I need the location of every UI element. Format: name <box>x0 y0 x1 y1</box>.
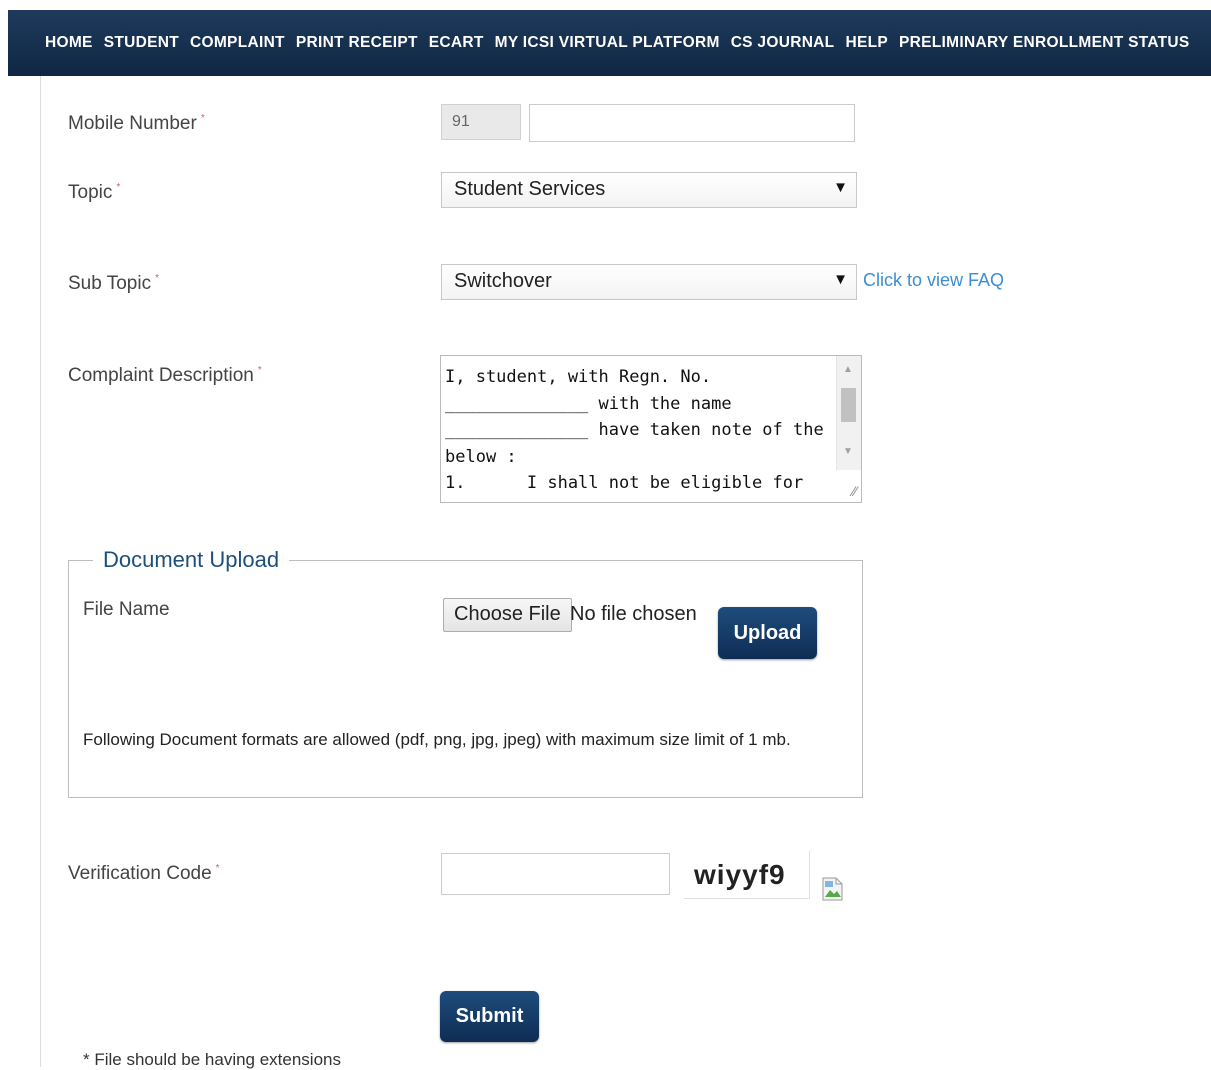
nav-student[interactable]: STUDENT <box>104 34 179 52</box>
mobile-number-label-text: Mobile Number <box>68 113 197 134</box>
required-mark: * <box>116 182 121 193</box>
sub-topic-select[interactable]: Switchover ▼ <box>441 264 857 300</box>
sub-topic-label-text: Sub Topic <box>68 273 152 294</box>
topic-label: Topic * <box>68 182 120 204</box>
nav-virtual-platform[interactable]: MY ICSI VIRTUAL PLATFORM <box>495 34 720 52</box>
no-file-chosen-text: No file chosen <box>570 603 697 625</box>
sub-topic-selected-value: Switchover <box>454 270 552 292</box>
nav-ecart[interactable]: ECART <box>429 34 484 52</box>
nav-home[interactable]: HOME <box>45 34 93 52</box>
upload-button[interactable]: Upload <box>718 607 817 659</box>
resize-handle-icon[interactable]: ⁄⁄ <box>852 483 857 499</box>
required-mark: * <box>257 365 262 376</box>
required-mark: * <box>200 113 205 124</box>
file-name-label: File Name <box>83 599 170 620</box>
mobile-number-label: Mobile Number * <box>68 113 205 135</box>
topic-label-text: Topic <box>68 182 113 203</box>
complaint-description-label-text: Complaint Description <box>68 365 254 386</box>
required-mark: * <box>155 273 160 284</box>
allowed-formats-note: Following Document formats are allowed (… <box>83 730 791 749</box>
complaint-description-textarea[interactable]: I, student, with Regn. No. _____________… <box>440 355 862 503</box>
file-extensions-footnote: * File should be having extensions <box>83 1050 341 1069</box>
topic-selected-value: Student Services <box>454 178 606 200</box>
scroll-down-icon[interactable]: ▼ <box>843 446 853 457</box>
caret-down-icon: ▼ <box>833 179 848 196</box>
verification-code-label-text: Verification Code <box>68 863 212 884</box>
broken-image-icon[interactable] <box>822 877 844 901</box>
required-mark: * <box>215 863 220 874</box>
topic-select[interactable]: Student Services ▼ <box>441 172 857 208</box>
scrollbar-thumb[interactable] <box>841 388 856 422</box>
submit-button[interactable]: Submit <box>440 991 539 1042</box>
nav-enrollment-status[interactable]: PRELIMINARY ENROLLMENT STATUS <box>899 34 1190 52</box>
top-navigation-bar: HOME STUDENT COMPLAINT PRINT RECEIPT ECA… <box>8 10 1211 76</box>
sub-topic-label: Sub Topic * <box>68 273 159 295</box>
country-code-field: 91 <box>441 104 521 140</box>
verification-code-label: Verification Code * <box>68 863 220 885</box>
nav-menu: HOME STUDENT COMPLAINT PRINT RECEIPT ECA… <box>45 34 1201 52</box>
nav-cs-journal[interactable]: CS JOURNAL <box>731 34 835 52</box>
mobile-number-input[interactable] <box>529 104 855 142</box>
view-faq-link[interactable]: Click to view FAQ <box>863 270 1004 291</box>
nav-complaint[interactable]: COMPLAINT <box>190 34 285 52</box>
textarea-scrollbar[interactable]: ▲ ▼ <box>836 356 861 470</box>
captcha-image: wiyyf9 <box>684 851 810 899</box>
verification-code-input[interactable] <box>441 853 670 895</box>
complaint-description-text[interactable]: I, student, with Regn. No. _____________… <box>441 356 833 496</box>
document-upload-section: Document Upload <box>68 547 863 798</box>
complaint-description-label: Complaint Description * <box>68 365 262 387</box>
scroll-up-icon[interactable]: ▲ <box>843 364 853 375</box>
nav-print-receipt[interactable]: PRINT RECEIPT <box>296 34 418 52</box>
nav-help[interactable]: HELP <box>845 34 888 52</box>
document-upload-legend: Document Upload <box>103 547 280 572</box>
choose-file-button[interactable]: Choose File <box>443 598 572 632</box>
content-left-border <box>40 76 41 1067</box>
caret-down-icon: ▼ <box>833 271 848 288</box>
